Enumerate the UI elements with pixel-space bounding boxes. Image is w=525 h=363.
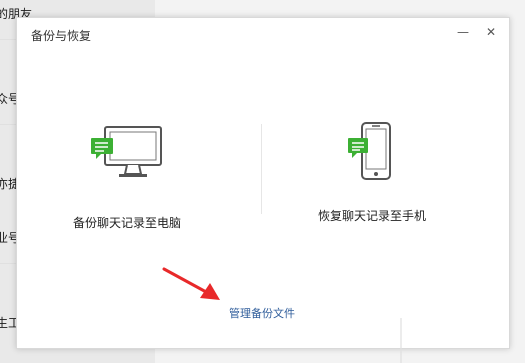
close-button[interactable]: ✕ [482, 23, 500, 41]
dialog-title: 备份与恢复 [31, 29, 92, 43]
watermark-box [400, 318, 525, 363]
manage-backup-files-link[interactable]: 管理备份文件 [229, 305, 295, 321]
backup-restore-dialog: 备份与恢复 — ✕ 备份聊天记录至电脑 恢复聊天记录至手机 管理备份文件 [16, 17, 510, 349]
phone-chat-icon [307, 122, 437, 186]
options-divider [261, 124, 262, 214]
red-arrow-annotation [160, 265, 230, 309]
backup-to-pc-label: 备份聊天记录至电脑 [72, 216, 181, 230]
restore-to-phone-label: 恢复聊天记录至手机 [317, 209, 426, 223]
monitor-chat-icon [62, 126, 192, 186]
watermark [400, 318, 525, 363]
minimize-button[interactable]: — [454, 23, 472, 41]
restore-to-phone-option[interactable]: 恢复聊天记录至手机 [307, 122, 437, 224]
backup-to-pc-option[interactable]: 备份聊天记录至电脑 [62, 126, 192, 231]
